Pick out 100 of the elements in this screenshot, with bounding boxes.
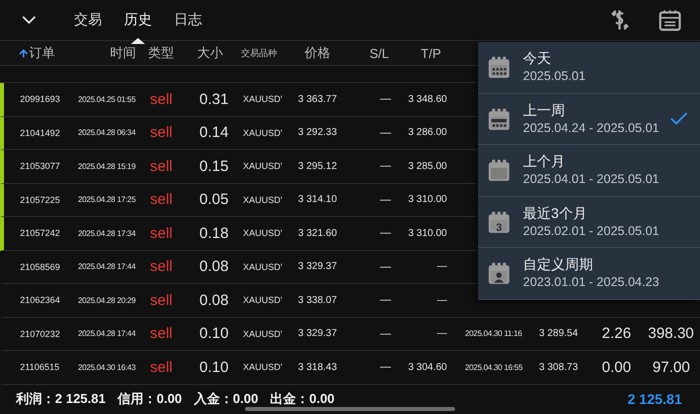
time-cell-text: 2025.04.28 06:34 — [77, 128, 136, 138]
order-cell-text: 21058569 — [19, 262, 62, 272]
swap-cell-text: 0.00 — [600, 358, 632, 376]
symbol-header[interactable]: 交易品种 — [241, 46, 277, 60]
period-range: 2025.04.24 - 2025.05.01 — [523, 120, 660, 137]
calendar-icon — [486, 157, 512, 184]
type-header[interactable]: 类型 — [148, 44, 174, 62]
tp-cell-text: 3 304.60 — [407, 362, 448, 373]
summary-text: 信用：0.00 — [118, 390, 182, 408]
calendar-icon — [486, 54, 512, 80]
type-cell-text: sell — [149, 158, 174, 175]
tp-cell-text: — — [436, 261, 448, 272]
tp-cell-text: 3 285.00 — [407, 160, 448, 172]
period-range: 2025.05.01 — [523, 68, 587, 86]
size-cell-text: 0.10 — [198, 325, 230, 342]
symbol-cell-text: XAUUSD' — [242, 362, 284, 372]
order-cell-text: 21057242 — [19, 228, 62, 238]
size-cell-text: 0.18 — [198, 224, 230, 242]
type-cell-text: sell — [149, 258, 174, 276]
symbol-cell-text: XAUUSD' — [242, 295, 284, 306]
close-time-cell-text: 2025.04.30 11:16 — [464, 329, 523, 338]
menu-item[interactable]: 上一周 2025.04.24 - 2025.05.01 — [478, 94, 700, 145]
table-row[interactable]: 21070232 2025.04.28 17:44 sell 0.10 XAUUSD' 3 329.37 — — 2025.04.30 11:16 3 289.54 2.26 398.30 — [0, 318, 700, 351]
close-price-cell-text: 3 308.73 — [538, 362, 579, 373]
price-cell-text: 3 292.33 — [297, 127, 338, 138]
table-row[interactable]: 21106515 2025.04.30 16:43 sell 0.10 XAUUSD' 3 318.43 — 3 304.60 2025.04.30 16:55 3 308.73 0.00 97.00 — [0, 351, 700, 384]
size-cell-text: 0.10 — [198, 358, 230, 376]
calendar-icon — [486, 260, 512, 286]
profit-cell-text: 97.00 — [651, 358, 691, 376]
price-cell-text: 3 295.12 — [297, 160, 338, 172]
sl-cell-text: — — [379, 361, 392, 374]
sl-header[interactable]: S/L — [369, 46, 389, 60]
order-cell-text: 21070232 — [19, 328, 62, 339]
tp-cell-text: — — [436, 328, 448, 340]
symbol-cell-text: XAUUSD' — [242, 128, 284, 138]
sl-cell-text: — — [379, 294, 392, 306]
price-cell-text: 3 329.37 — [297, 261, 338, 272]
menu-item[interactable]: 自定义周期 2023.01.01 - 2025.04.23 — [478, 248, 700, 300]
tp-cell-text: 3 286.00 — [407, 127, 448, 138]
menu-item[interactable]: 3 最近3个月 2025.02.01 - 2025.05.01 — [478, 196, 700, 248]
sl-cell-text: — — [379, 227, 392, 240]
time-cell-text: 2025.04.30 16:43 — [77, 362, 136, 372]
price-cell-text: 3 321.60 — [297, 228, 338, 239]
tp-cell-text: 3 310.00 — [407, 228, 448, 239]
price-cell-text: 3 314.10 — [297, 194, 338, 206]
sl-cell-text: — — [379, 126, 392, 139]
order-cell-text: 21106515 — [19, 362, 60, 372]
summary-text: 出金：0.00 — [270, 390, 335, 408]
menu-item[interactable]: 今天 2025.05.01 — [478, 42, 700, 94]
summary-text: 利润：2 125.81 — [16, 390, 106, 408]
tp-cell-text: 3 348.60 — [407, 94, 448, 105]
symbol-cell-text: XAUUSD' — [242, 194, 284, 205]
price-cell-text: 3 318.43 — [297, 362, 338, 373]
order-cell-text: 21057225 — [19, 194, 62, 205]
type-cell-text: sell — [149, 90, 174, 108]
sort-arrow-icon — [18, 48, 29, 58]
period-range: 2025.02.01 - 2025.05.01 — [523, 222, 660, 240]
size-cell-text: 0.14 — [198, 124, 230, 142]
type-cell-text: sell — [149, 325, 174, 342]
sl-cell-text: — — [379, 194, 392, 206]
price-cell-text: 3 338.07 — [297, 294, 338, 306]
time-cell-text: 2025.04.28 17:25 — [77, 195, 136, 204]
price-cell-text: 3 363.77 — [297, 94, 338, 105]
total-profit: 2 125.81 — [628, 391, 682, 408]
tp-header[interactable]: T/P — [420, 46, 441, 60]
type-cell-text: sell — [149, 292, 174, 309]
order-cell-text: 21062364 — [19, 295, 62, 306]
order-cell-text: 20991693 — [19, 94, 62, 104]
size-cell-text: 0.31 — [198, 90, 230, 108]
type-cell-text: sell — [149, 358, 174, 376]
price-header[interactable]: 价格 — [304, 44, 330, 62]
time-cell-text: 2025.04.28 17:34 — [77, 228, 136, 238]
close-time-cell-text: 2025.04.30 16:55 — [464, 362, 524, 372]
size-cell-text: 0.08 — [198, 292, 230, 309]
swap-cell-text: 2.26 — [600, 325, 632, 342]
time-cell-text: 2025.04.28 15:19 — [77, 162, 136, 171]
time-cell-text: 2025.04.25 01:55 — [77, 94, 136, 104]
sl-cell-text: — — [379, 160, 392, 172]
menu-item[interactable]: 上个月 2025.04.01 - 2025.05.01 — [478, 145, 700, 196]
symbol-cell-text: XAUUSD' — [242, 328, 284, 339]
order-header[interactable]: 订单 — [18, 44, 55, 62]
symbol-cell-text: XAUUSD' — [242, 94, 284, 104]
sl-cell-text: — — [379, 328, 392, 340]
time-cell-text: 2025.04.28 17:44 — [77, 262, 136, 272]
tp-cell-text: — — [436, 294, 448, 306]
time-header[interactable]: 时间 — [110, 44, 136, 62]
symbol-cell-text: XAUUSD' — [242, 228, 284, 238]
period-title: 自定义周期 — [523, 255, 594, 274]
sl-cell-text: — — [379, 93, 392, 106]
size-header[interactable]: 大小 — [197, 44, 223, 62]
calendar-number: 3 — [496, 222, 502, 234]
size-cell-text: 0.08 — [198, 258, 230, 276]
symbol-cell-text: XAUUSD' — [242, 262, 284, 272]
size-cell-text: 0.15 — [198, 158, 230, 175]
price-cell-text: 3 329.37 — [297, 328, 338, 340]
size-cell-text: 0.05 — [198, 191, 230, 208]
time-cell-text: 2025.04.28 17:44 — [77, 329, 136, 338]
time-cell-text: 2025.04.28 20:29 — [77, 296, 136, 305]
order-cell-text: 21053077 — [19, 161, 62, 172]
period-title: 上个月 — [523, 152, 566, 172]
